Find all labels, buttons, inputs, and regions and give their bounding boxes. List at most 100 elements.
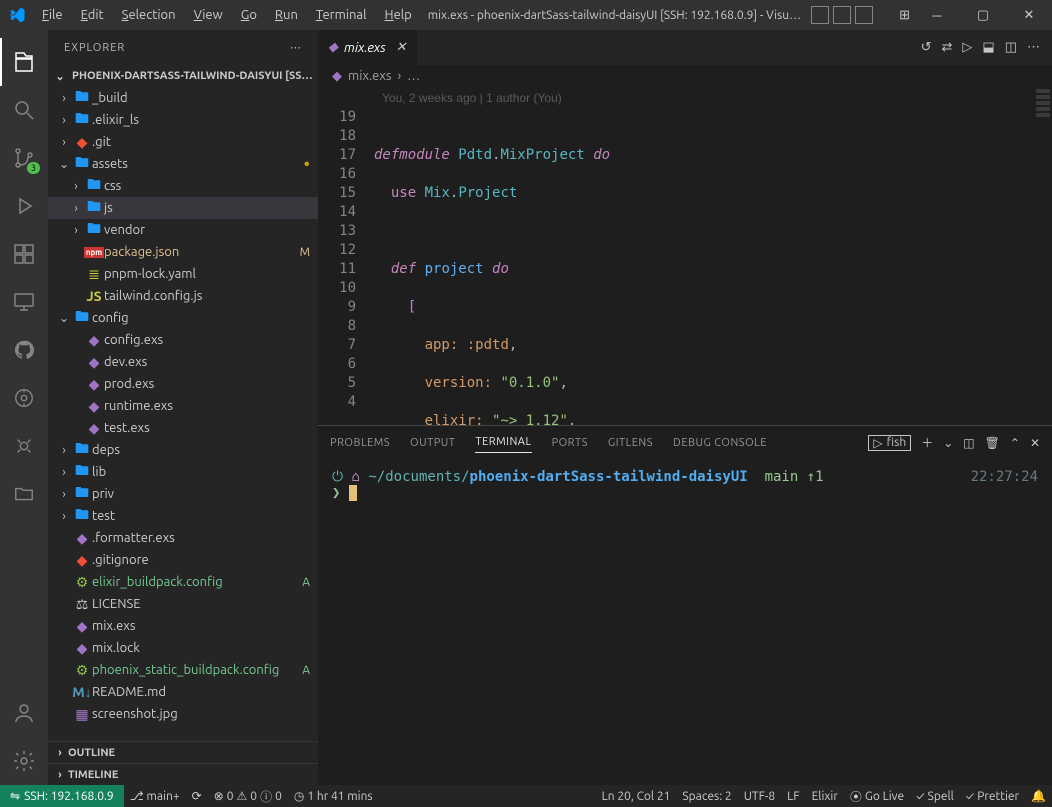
breadcrumbs[interactable]: ◆ mix.exs › …	[318, 65, 1052, 87]
tree-file-tailwind-config-js[interactable]: JStailwind.config.js	[48, 285, 318, 307]
menu-file[interactable]: File	[34, 4, 71, 26]
split-icon[interactable]: ◫	[1005, 40, 1017, 55]
activity-scm[interactable]: 3	[0, 134, 48, 182]
status-pos[interactable]: Ln 20, Col 21	[596, 790, 677, 803]
tree-file-runtime-exs[interactable]: ◆runtime.exs	[48, 395, 318, 417]
menu-selection[interactable]: Selection	[114, 4, 184, 26]
tree-folder--elixir-ls[interactable]: ›🖿.elixir_ls	[48, 109, 318, 131]
activity-extensions[interactable]	[0, 230, 48, 278]
close-tab-icon[interactable]: ✕	[396, 40, 407, 55]
tree-folder-priv[interactable]: ›🖿priv	[48, 483, 318, 505]
code[interactable]: defmodule Pdtd.MixProject do use Mix.Pro…	[374, 87, 1034, 425]
maximize-button[interactable]: ▢	[960, 0, 1006, 30]
project-header[interactable]: ⌄ PHOENIX-DARTSASS-TAILWIND-DAISYUI [SS…	[48, 65, 318, 87]
tree-file--gitignore[interactable]: ◆.gitignore	[48, 549, 318, 571]
menu-run[interactable]: Run	[267, 4, 306, 26]
status-time[interactable]: ◷1 hr 41 mins	[288, 789, 379, 803]
tree-folder--git[interactable]: ›◆.git	[48, 131, 318, 153]
tree-folder-config[interactable]: ⌄🖿config	[48, 307, 318, 329]
menu-edit[interactable]: Edit	[73, 4, 112, 26]
timeline-icon[interactable]: ↺	[921, 40, 932, 55]
terminal[interactable]: ⏻ ⌂ ~/documents/phoenix-dartSass-tailwin…	[318, 459, 1052, 785]
panel-tab-ports[interactable]: PORTS	[552, 437, 588, 449]
customize-layout-icon[interactable]: ⊞	[899, 8, 910, 23]
tree-folder-js[interactable]: ›🖿js	[48, 197, 318, 219]
tree-file-readme-md[interactable]: M↓README.md	[48, 681, 318, 703]
tree-file-license[interactable]: ⚖LICENSE	[48, 593, 318, 615]
activity-liveshare[interactable]	[0, 422, 48, 470]
tree-file-phoenix-static-buildpack-config[interactable]: ⚙phoenix_static_buildpack.configA	[48, 659, 318, 681]
tree-folder-lib[interactable]: ›🖿lib	[48, 461, 318, 483]
menu-help[interactable]: Help	[377, 4, 420, 26]
remote-indicator[interactable]: ⇋SSH: 192.168.0.9	[0, 785, 124, 807]
minimap[interactable]	[1034, 87, 1052, 425]
tree-file-mix-lock[interactable]: ◆mix.lock	[48, 637, 318, 659]
activity-remote[interactable]	[0, 278, 48, 326]
status-branch[interactable]: ⎇main+	[124, 789, 186, 803]
tree-file-package-json[interactable]: npmpackage.jsonM	[48, 241, 318, 263]
gutter: 19181716151413121110987654	[318, 87, 374, 425]
menu-terminal[interactable]: Terminal	[308, 4, 375, 26]
tree-file-elixir-buildpack-config[interactable]: ⚙elixir_buildpack.configA	[48, 571, 318, 593]
status-bell[interactable]: 🔔	[1025, 789, 1052, 803]
panel-tab-terminal[interactable]: TERMINAL	[475, 436, 531, 453]
git-compare-icon[interactable]: ⇄	[942, 40, 953, 55]
status-golive[interactable]: ⦿Go Live	[844, 788, 910, 805]
status-eol[interactable]: LF	[781, 790, 805, 803]
tree-folder-test[interactable]: ›🖿test	[48, 505, 318, 527]
outline-section[interactable]: ›OUTLINE	[48, 741, 318, 763]
more-icon[interactable]: ⋯	[1027, 40, 1040, 55]
menu-view[interactable]: View	[186, 4, 231, 26]
minimize-button[interactable]: ─	[914, 0, 960, 30]
status-encoding[interactable]: UTF-8	[738, 790, 781, 803]
status-spell[interactable]: ✓Spell	[910, 790, 960, 803]
diff-icon[interactable]: ⬓	[982, 40, 994, 55]
tree-file-test-exs[interactable]: ◆test.exs	[48, 417, 318, 439]
tree-folder-css[interactable]: ›🖿css	[48, 175, 318, 197]
status-prettier[interactable]: ✓Prettier	[960, 790, 1025, 803]
activity-debug[interactable]	[0, 182, 48, 230]
sidebar-more-icon[interactable]: ⋯	[290, 41, 302, 54]
kill-terminal-icon[interactable]: 🗑	[985, 436, 1000, 450]
sidebar-title: EXPLORER	[64, 42, 125, 54]
activity-account[interactable]	[0, 689, 48, 737]
tree-file-config-exs[interactable]: ◆config.exs	[48, 329, 318, 351]
terminal-shell-select[interactable]: ▷ fish	[868, 435, 911, 451]
maximize-panel-icon[interactable]: ⌃	[1010, 436, 1020, 450]
status-sync[interactable]: ⟳	[186, 789, 208, 803]
menu-go[interactable]: Go	[233, 4, 265, 26]
new-terminal-icon[interactable]: ＋	[921, 434, 933, 451]
tree-folder-vendor[interactable]: ›🖿vendor	[48, 219, 318, 241]
layout-controls[interactable]	[811, 6, 873, 24]
terminal-dropdown-icon[interactable]: ⌄	[943, 436, 953, 450]
close-panel-icon[interactable]: ✕	[1030, 436, 1040, 450]
tree-file--formatter-exs[interactable]: ◆.formatter.exs	[48, 527, 318, 549]
tree-folder-assets[interactable]: ⌄🖿assets•	[48, 153, 318, 175]
tree-folder-deps[interactable]: ›🖿deps	[48, 439, 318, 461]
tree-file-pnpm-lock-yaml[interactable]: ≣pnpm-lock.yaml	[48, 263, 318, 285]
activity-github[interactable]	[0, 326, 48, 374]
tree-folder--build[interactable]: ›🖿_build	[48, 87, 318, 109]
status-lang[interactable]: Elixir	[806, 790, 844, 803]
editor[interactable]: You, 2 weeks ago | 1 author (You) 191817…	[318, 87, 1052, 425]
tab-mix-exs[interactable]: ◆ mix.exs ✕	[318, 30, 418, 65]
run-icon[interactable]: ▷	[962, 40, 972, 55]
tree-file-mix-exs[interactable]: ◆mix.exs	[48, 615, 318, 637]
close-button[interactable]: ✕	[1006, 0, 1052, 30]
panel-tab-gitlens[interactable]: GITLENS	[608, 437, 653, 449]
status-problems[interactable]: ⊗0 ⚠0 ⓘ0	[208, 788, 288, 805]
panel-tab-output[interactable]: OUTPUT	[410, 437, 455, 449]
activity-folder[interactable]	[0, 470, 48, 518]
activity-search[interactable]	[0, 86, 48, 134]
status-spaces[interactable]: Spaces: 2	[676, 790, 737, 803]
activity-settings[interactable]	[0, 737, 48, 785]
panel-tab-problems[interactable]: PROBLEMS	[330, 437, 390, 449]
activity-gitlens[interactable]	[0, 374, 48, 422]
split-terminal-icon[interactable]: ◫	[963, 436, 974, 450]
tree-file-dev-exs[interactable]: ◆dev.exs	[48, 351, 318, 373]
tree-file-screenshot-jpg[interactable]: ▦screenshot.jpg	[48, 703, 318, 725]
timeline-section[interactable]: ›TIMELINE	[48, 763, 318, 785]
activity-explorer[interactable]	[0, 38, 48, 86]
tree-file-prod-exs[interactable]: ◆prod.exs	[48, 373, 318, 395]
panel-tab-debug-console[interactable]: DEBUG CONSOLE	[673, 437, 767, 449]
